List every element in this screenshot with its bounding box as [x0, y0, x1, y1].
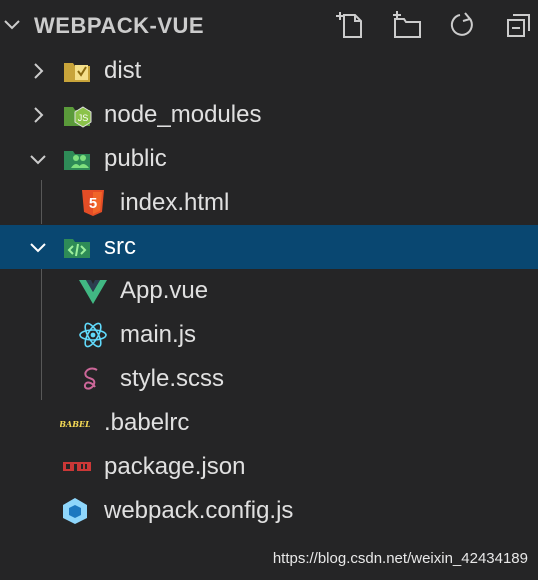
tree-item-label: App.vue: [120, 277, 209, 304]
node-folder-icon: JS: [64, 106, 92, 128]
chevron-down-icon[interactable]: [28, 149, 48, 169]
tree-item-label: style.scss: [120, 365, 225, 392]
tree-item-label: webpack.config.js: [104, 497, 294, 524]
html5-icon: 5: [82, 190, 104, 216]
chevron-down-icon[interactable]: [2, 14, 22, 34]
chevron-right-icon[interactable]: [28, 61, 48, 81]
npm-icon: [63, 462, 91, 471]
vue-icon: [79, 280, 107, 304]
refresh-icon[interactable]: [448, 10, 478, 40]
tree-item-label: package.json: [104, 453, 246, 480]
svg-text:JS: JS: [78, 113, 89, 123]
sass-icon: [83, 367, 98, 390]
chevron-down-icon[interactable]: [28, 237, 48, 257]
tree-item-label: main.js: [120, 321, 197, 348]
watermark-url: https://blog.csdn.net/weixin_42434189: [272, 550, 528, 567]
tree-item-public[interactable]: public: [0, 137, 538, 181]
explorer-title: WEBPACK-VUE: [34, 13, 205, 38]
tree-item-dist[interactable]: dist: [0, 49, 538, 93]
tree-item-main-js[interactable]: main.js: [0, 313, 538, 357]
new-file-icon[interactable]: [336, 10, 366, 40]
tree-item-label: dist: [104, 57, 142, 84]
new-folder-icon[interactable]: [392, 10, 422, 40]
tree-item-app-vue[interactable]: App.vue: [0, 269, 538, 313]
tree-item-label: index.html: [120, 189, 230, 216]
explorer-header[interactable]: WEBPACK-VUE: [0, 0, 538, 48]
tree-item-label: src: [104, 233, 136, 260]
tree-item-babelrc[interactable]: BABEL .babelrc: [0, 401, 538, 445]
webpack-icon: [63, 498, 87, 524]
tree-item-label: .babelrc: [104, 409, 190, 436]
tree-item-label: node_modules: [104, 101, 262, 128]
chevron-right-icon[interactable]: [28, 105, 48, 125]
tree-item-label: public: [104, 145, 167, 172]
svg-text:BABEL: BABEL: [60, 419, 90, 429]
tree-item-src[interactable]: src: [0, 225, 538, 269]
tree-item-node-modules[interactable]: JS node_modules: [0, 93, 538, 137]
tree-item-webpack-config[interactable]: webpack.config.js: [0, 489, 538, 533]
babel-icon: BABEL: [60, 419, 90, 429]
src-folder-icon: [64, 239, 90, 258]
tree-item-package-json[interactable]: package.json: [0, 445, 538, 489]
react-icon: [79, 322, 107, 348]
dist-folder-icon: [64, 63, 90, 82]
tree-item-style-scss[interactable]: style.scss: [0, 357, 538, 401]
public-folder-icon: [64, 151, 90, 170]
svg-text:5: 5: [89, 195, 97, 212]
collapse-all-icon[interactable]: [504, 10, 534, 40]
tree-item-index-html[interactable]: 5 index.html: [0, 181, 538, 225]
